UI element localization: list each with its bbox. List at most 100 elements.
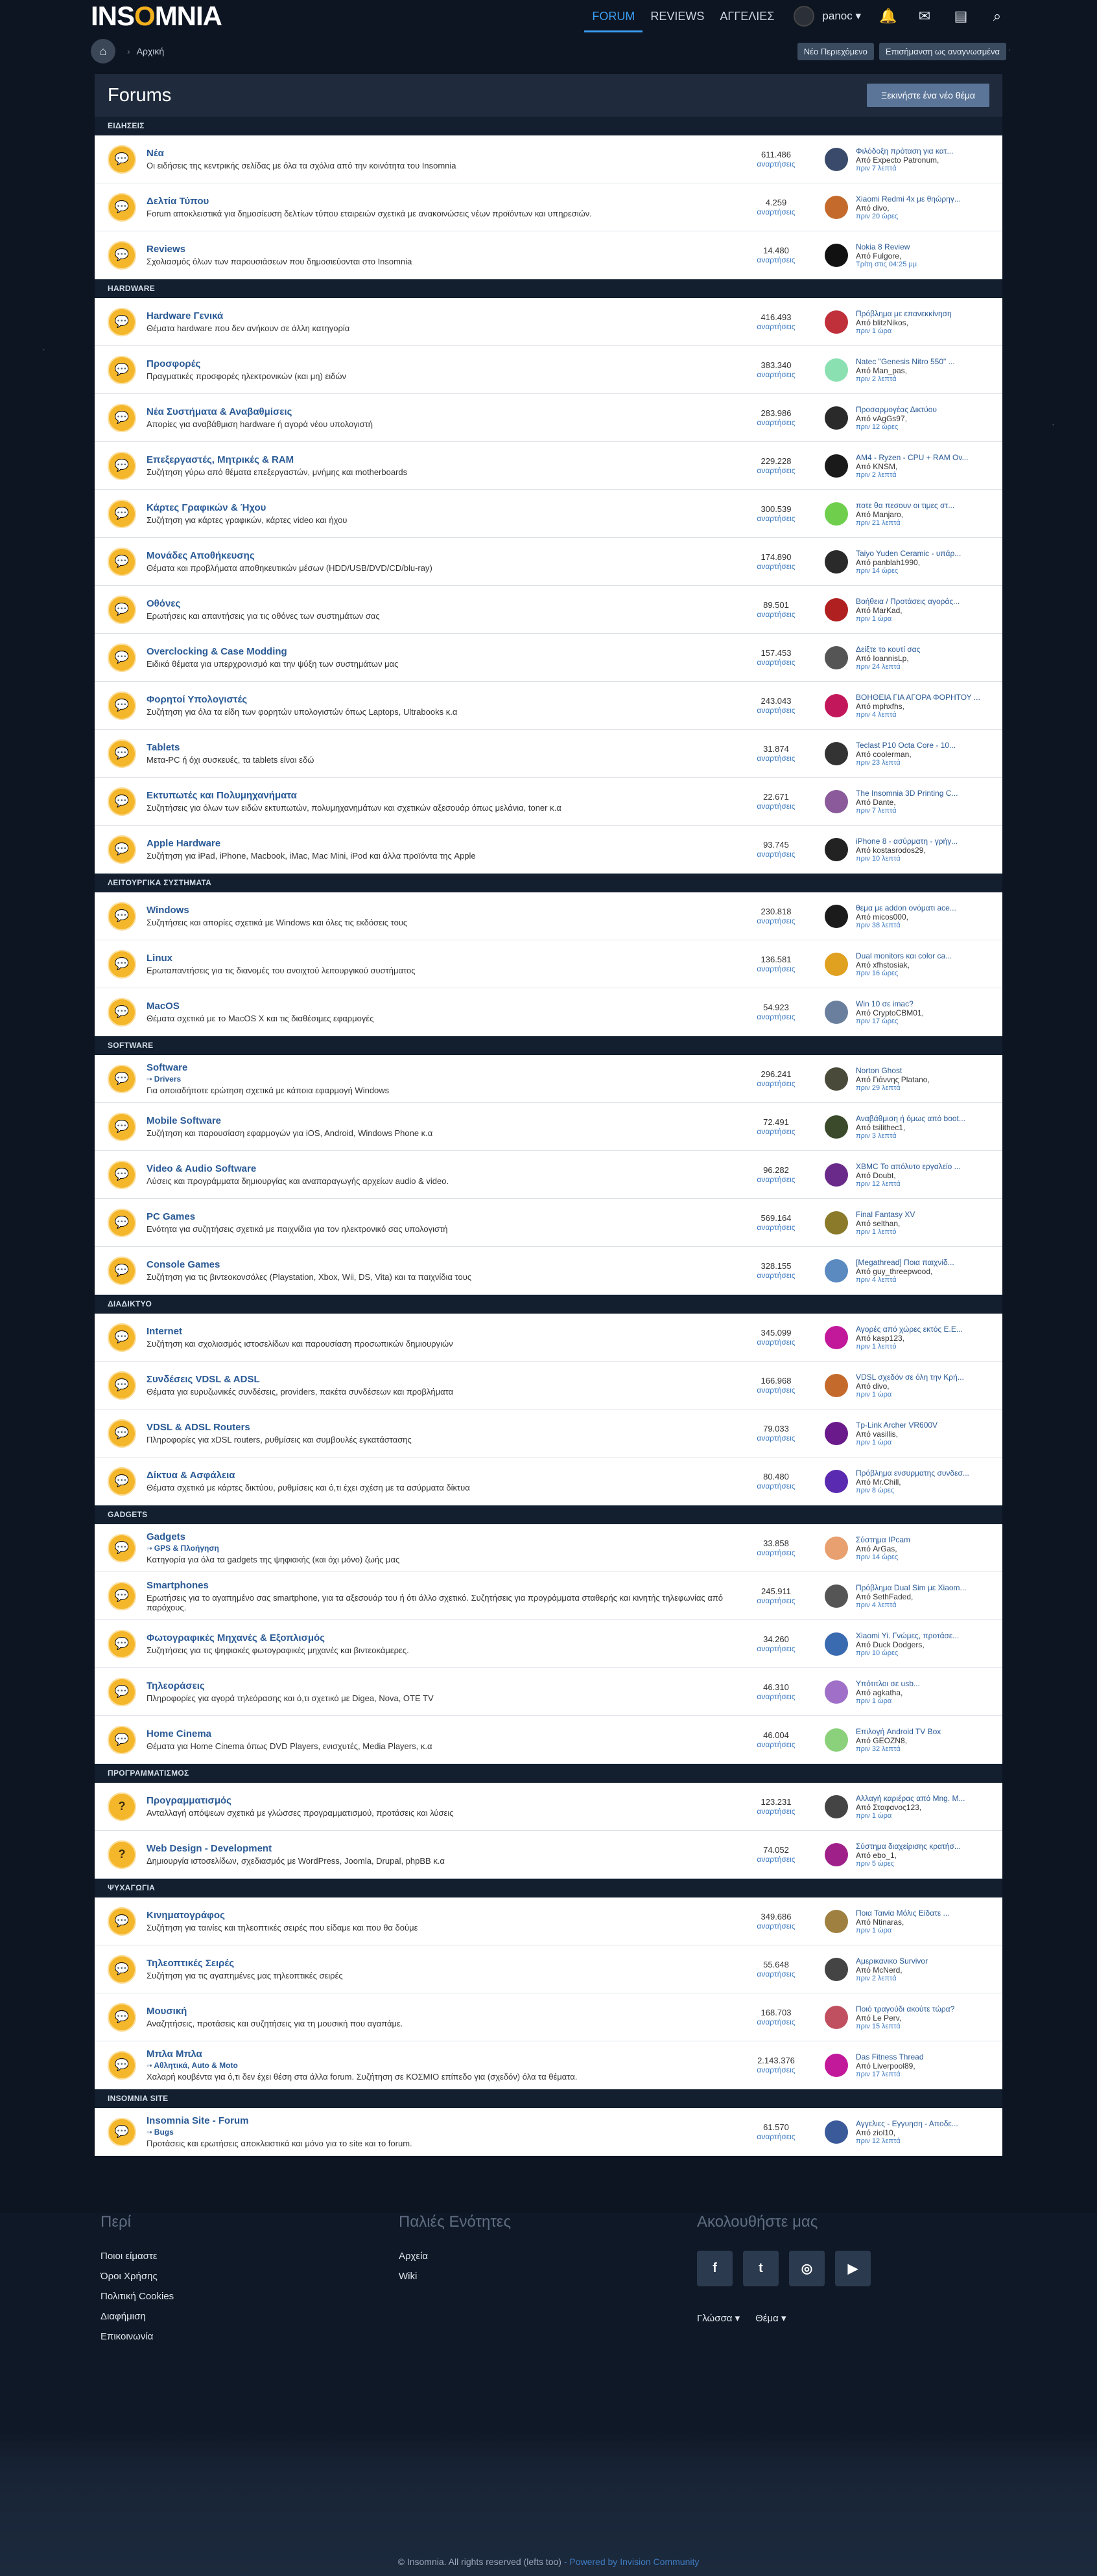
avatar[interactable] [825,1728,848,1752]
forum-title[interactable]: Μονάδες Αποθήκευσης [147,550,740,561]
forum-title[interactable]: Tablets [147,742,740,753]
user-menu[interactable]: panoc ▾ [794,6,861,27]
category-header[interactable]: ΕΙΔΗΣΕΙΣ [95,117,1002,135]
last-post-time[interactable]: πριν 14 ώρες [856,567,992,575]
last-post-author[interactable]: Από SethFaded, [856,1592,992,1601]
last-post-title[interactable]: θεμα με addon ονόματι ace... [856,903,992,912]
forum-icon[interactable]: 💬 [108,499,136,528]
avatar[interactable] [825,1163,848,1187]
last-post-title[interactable]: Αγορές από χώρες εκτός Ε.Ε... [856,1325,992,1334]
nav-classifieds[interactable]: ΑΓΓΕΛΙΕΣ [712,0,782,32]
forum-title[interactable]: Νέα Συστήματα & Αναβαθμίσεις [147,406,740,417]
last-post-author[interactable]: Από CryptoCBM01, [856,1008,992,1017]
avatar[interactable] [825,358,848,382]
avatar[interactable] [825,1680,848,1704]
last-post-title[interactable]: Φιλόδοξη πρόταση για κατ... [856,146,992,156]
category-header[interactable]: GADGETS [95,1505,1002,1524]
avatar[interactable] [825,454,848,478]
forum-title[interactable]: Φορητοί Υπολογιστές [147,694,740,705]
avatar[interactable] [825,1211,848,1235]
forum-title[interactable]: Apple Hardware [147,838,740,849]
last-post-title[interactable]: XBMC Το απόλυτο εργαλείο ... [856,1162,992,1171]
bell-icon[interactable]: 🔔 [879,8,897,25]
last-post-title[interactable]: Ποια Ταινία Μόλις Είδατε ... [856,1909,992,1918]
last-post-time[interactable]: πριν 1 ώρα [856,1927,992,1934]
redirect-forum-icon[interactable]: ? [108,1840,136,1869]
forum-title[interactable]: VDSL & ADSL Routers [147,1422,740,1433]
last-post-author[interactable]: Από ziol10, [856,2128,992,2137]
forum-icon[interactable]: 💬 [108,1323,136,1352]
youtube-icon[interactable]: ▶ [835,2251,871,2286]
avatar[interactable] [825,1259,848,1282]
last-post-author[interactable]: Από panblah1990, [856,558,992,567]
avatar[interactable] [825,1115,848,1139]
last-post-author[interactable]: Από agkatha, [856,1688,992,1697]
forum-icon[interactable]: 💬 [108,787,136,816]
footer-link[interactable]: Ποιοι είμαστε [100,2251,399,2262]
powered-link[interactable]: - Powered by Invision Community [561,2557,700,2567]
category-header[interactable]: ΠΡΟΓΡΑΜΜΑΤΙΣΜΟΣ [95,1764,1002,1783]
forum-icon[interactable]: 💬 [108,643,136,672]
last-post-time[interactable]: πριν 1 ώρα [856,1697,992,1705]
last-post-title[interactable]: Das Fitness Thread [856,2052,992,2061]
category-header[interactable]: INSOMNIA SITE [95,2089,1002,2108]
forum-icon[interactable]: 💬 [108,1467,136,1496]
forum-title[interactable]: Οθόνες [147,598,740,609]
avatar[interactable] [825,310,848,334]
avatar[interactable] [825,598,848,621]
forum-icon[interactable]: 💬 [108,901,136,931]
forum-title[interactable]: Προσφορές [147,358,740,369]
last-post-time[interactable]: πριν 10 λεπτά [856,855,992,863]
forum-title[interactable]: Smartphones [147,1580,740,1591]
avatar[interactable] [825,741,848,765]
last-post-time[interactable]: πριν 5 ώρες [856,1860,992,1868]
category-header[interactable]: ΔΙΑΔΙΚΤΥΟ [95,1295,1002,1314]
forum-icon[interactable]: 💬 [108,691,136,720]
last-post-time[interactable]: πριν 3 λεπτά [856,1132,992,1140]
last-post-title[interactable]: Win 10 σε imac? [856,999,992,1008]
last-post-title[interactable]: Επιλογή Android TV Box [856,1727,992,1736]
last-post-author[interactable]: Από vasillis, [856,1430,992,1439]
theme-menu[interactable]: Θέμα ▾ [755,2312,786,2324]
last-post-time[interactable]: πριν 2 λεπτά [856,1975,992,1982]
forum-icon[interactable]: 💬 [108,2050,136,2080]
forum-icon[interactable]: 💬 [108,1160,136,1189]
last-post-author[interactable]: Από IoannisLp, [856,654,992,663]
last-post-time[interactable]: πριν 38 λεπτά [856,922,992,929]
last-post-author[interactable]: Από xfhstosiak, [856,960,992,969]
last-post-author[interactable]: Από ebo_1, [856,1851,992,1860]
avatar[interactable] [825,904,848,928]
forum-icon[interactable]: 💬 [108,1256,136,1285]
last-post-time[interactable]: πριν 12 ώρες [856,423,992,431]
forum-icon[interactable]: 💬 [108,547,136,576]
last-post-title[interactable]: Teclast P10 Octa Core - 10... [856,741,992,750]
last-post-time[interactable]: πριν 14 ώρες [856,1553,992,1561]
avatar[interactable] [825,1421,848,1445]
forum-icon[interactable]: 💬 [108,949,136,979]
last-post-author[interactable]: Από Le Perv, [856,2013,992,2023]
last-post-author[interactable]: Από divo, [856,1382,992,1391]
last-post-time[interactable]: πριν 32 λεπτά [856,1745,992,1753]
last-post-time[interactable]: πριν 10 ώρες [856,1649,992,1657]
last-post-title[interactable]: Αγγελιες - Εγγυηση - Αποδε... [856,2119,992,2128]
last-post-title[interactable]: ποτε θα πεσουν οι τιμες στ... [856,501,992,510]
nav-reviews[interactable]: REVIEWS [643,0,712,32]
forum-title[interactable]: Φωτογραφικές Μηχανές & Εξοπλισμός [147,1632,740,1643]
avatar[interactable] [825,1536,848,1560]
forum-title[interactable]: Κάρτες Γραφικών & Ήχου [147,502,740,513]
last-post-time[interactable]: πριν 1 ώρα [856,1439,992,1446]
last-post-author[interactable]: Από McNerd, [856,1966,992,1975]
forum-icon[interactable]: 💬 [108,240,136,270]
avatar[interactable] [825,1584,848,1608]
forum-title[interactable]: Κινηματογράφος [147,1910,740,1921]
last-post-title[interactable]: Πρόβλημα Dual Sim με Xiaom... [856,1583,992,1592]
forum-icon[interactable]: 💬 [108,192,136,222]
last-post-title[interactable]: Nokia 8 Review [856,242,992,251]
facebook-icon[interactable]: f [697,2251,733,2286]
forum-icon[interactable]: 💬 [108,1907,136,1936]
category-header[interactable]: ΨΥΧΑΓΩΓΙΑ [95,1879,1002,1897]
last-post-author[interactable]: Από Doubt, [856,1171,992,1180]
subforum-link[interactable]: ◦• Bugs [147,2128,740,2137]
forum-icon[interactable]: 💬 [108,1725,136,1754]
home-icon[interactable]: ⌂ [91,39,115,64]
